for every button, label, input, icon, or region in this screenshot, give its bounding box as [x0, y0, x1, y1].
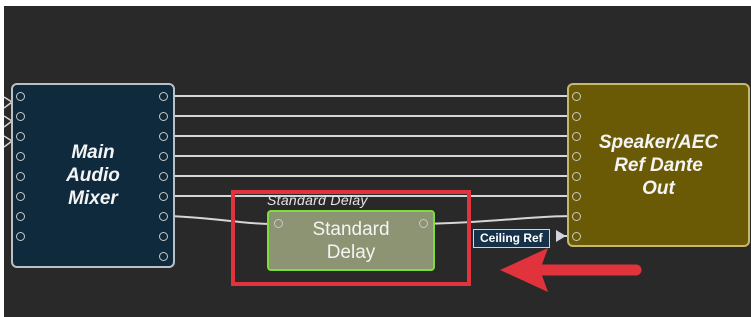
mixer-input-pin[interactable] — [16, 112, 25, 121]
mixer-input-pin[interactable] — [16, 172, 25, 181]
mixer-output-pin[interactable] — [159, 172, 168, 181]
mixer-output-pin[interactable] — [159, 152, 168, 161]
speaker-aec-ref-dante-out-title: Speaker/AEC Ref Dante Out — [598, 131, 719, 199]
speaker-input-pin[interactable] — [572, 192, 581, 201]
speaker-input-pin[interactable] — [572, 232, 581, 241]
mixer-output-pin[interactable] — [159, 92, 168, 101]
speaker-input-pin[interactable] — [572, 212, 581, 221]
mixer-output-pin[interactable] — [159, 112, 168, 121]
mixer-output-pin[interactable] — [159, 212, 168, 221]
mixer-output-pin[interactable] — [159, 192, 168, 201]
mixer-input-pin[interactable] — [16, 152, 25, 161]
mixer-input-pin[interactable] — [16, 132, 25, 141]
highlight-box — [231, 190, 471, 286]
speaker-input-pin[interactable] — [572, 132, 581, 141]
mixer-input-pin[interactable] — [16, 212, 25, 221]
speaker-input-pin[interactable] — [572, 112, 581, 121]
main-audio-mixer-block[interactable]: Main Audio Mixer — [11, 83, 175, 268]
ceiling-ref-tag[interactable]: Ceiling Ref — [473, 229, 550, 248]
speaker-input-pin[interactable] — [572, 92, 581, 101]
speaker-aec-ref-dante-out-block[interactable]: Speaker/AEC Ref Dante Out — [567, 83, 750, 247]
design-canvas[interactable]: Main Audio Mixer Standard Delay Standard… — [0, 0, 751, 317]
mixer-input-pin[interactable] — [16, 232, 25, 241]
speaker-input-pin[interactable] — [572, 172, 581, 181]
main-audio-mixer-title: Main Audio Mixer — [66, 142, 120, 209]
speaker-input-pin[interactable] — [572, 152, 581, 161]
mixer-output-pin[interactable] — [159, 232, 168, 241]
mixer-input-pin[interactable] — [16, 192, 25, 201]
ceiling-ref-arrow-tip — [556, 230, 566, 242]
mixer-input-pin[interactable] — [16, 92, 25, 101]
mixer-output-pin[interactable] — [159, 132, 168, 141]
mixer-output-pin[interactable] — [159, 252, 168, 261]
red-arrow-left-icon — [500, 248, 642, 292]
